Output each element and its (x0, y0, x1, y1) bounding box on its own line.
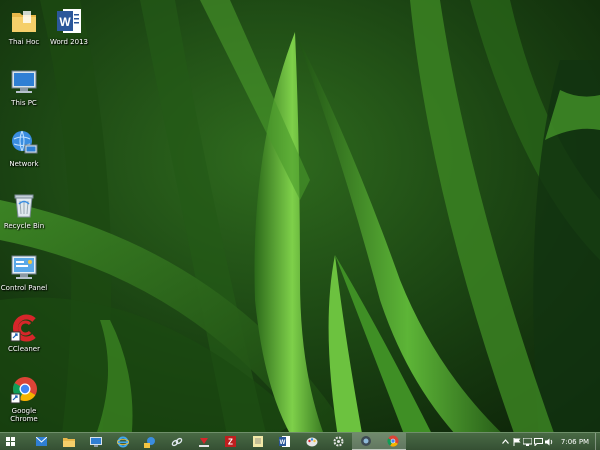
taskbar-app-word[interactable]: W (271, 433, 298, 450)
taskbar-app-download-manager[interactable] (190, 433, 217, 450)
desktop-icon-recycle-bin[interactable]: Recycle Bin (0, 189, 48, 230)
desktop-icon-google-chrome[interactable]: Google Chrome (0, 374, 48, 423)
show-desktop-button[interactable] (595, 433, 600, 450)
desktop-icon-label: Recycle Bin (3, 222, 45, 230)
gear-icon (333, 436, 344, 447)
tray-volume[interactable] (544, 433, 555, 450)
desktop-icon-ccleaner[interactable]: CCleaner (0, 312, 48, 353)
taskbar: Z W 7:06 PM (0, 432, 600, 450)
taskbar-app-network-tool[interactable] (136, 433, 163, 450)
paint-icon (306, 437, 317, 447)
computer-icon (11, 70, 37, 93)
desktop-icon-this-pc[interactable]: This PC (0, 66, 48, 107)
folder-icon (12, 11, 36, 32)
camera-app-icon (360, 436, 371, 446)
start-button[interactable] (0, 433, 20, 450)
desktop-icon-label: This PC (11, 99, 37, 107)
chrome-icon (10, 377, 37, 404)
tray-flag[interactable] (511, 433, 522, 450)
taskbar-app-remote-desktop[interactable] (82, 433, 109, 450)
taskbar-clock[interactable]: 7:06 PM (555, 438, 595, 446)
volume-icon (545, 438, 553, 445)
link-icon (171, 437, 182, 446)
taskbar-app-camera[interactable] (352, 433, 379, 450)
word-icon: W (57, 9, 81, 33)
show-hidden-icons-icon (502, 439, 509, 444)
taskbar-app-link[interactable] (163, 433, 190, 450)
file-explorer-icon (62, 437, 75, 447)
system-tray: 7:06 PM (500, 433, 600, 450)
taskbar-app-gear[interactable] (325, 433, 352, 450)
windows-logo-icon (5, 437, 15, 446)
taskbar-app-chrome[interactable] (379, 433, 406, 450)
flag-icon (513, 437, 520, 446)
desktop-icon-label: Network (9, 160, 39, 168)
internet-explorer-icon (116, 436, 129, 447)
filezilla-icon: Z (225, 436, 236, 447)
tray-network[interactable] (522, 433, 533, 450)
chat-icon (534, 437, 543, 446)
desktop-icon-label: Word 2013 (49, 38, 89, 46)
network-icon (523, 437, 532, 446)
notepad-icon (252, 436, 263, 447)
show-hidden-icons-button[interactable] (500, 433, 511, 450)
taskbar-app-notepad[interactable] (244, 433, 271, 450)
taskbar-app-filezilla[interactable]: Z (217, 433, 244, 450)
desktop-icon-label: CCleaner (8, 345, 40, 353)
svg-text:W: W (280, 440, 286, 446)
taskbar-app-file-explorer[interactable] (55, 433, 82, 450)
svg-text:Z: Z (228, 438, 233, 447)
desktop-icon-control-panel[interactable]: Control Panel (0, 251, 48, 292)
desktop-wallpaper (0, 0, 600, 450)
control-panel-icon (11, 255, 37, 279)
taskbar-app-mail[interactable] (28, 433, 55, 450)
tray-chat[interactable] (533, 433, 544, 450)
remote-desktop-icon (89, 436, 102, 447)
desktop-icon-thai-hoc[interactable]: Thai Hoc (0, 5, 48, 46)
word-icon: W (279, 436, 290, 447)
mail-icon (36, 437, 47, 446)
taskbar-app-paint[interactable] (298, 433, 325, 450)
svg-text:W: W (59, 15, 71, 29)
download-manager-icon (198, 437, 209, 447)
desktop-icon-label: Google Chrome (10, 407, 38, 423)
taskbar-app-internet-explorer[interactable] (109, 433, 136, 450)
network-tool-icon (143, 436, 155, 448)
desktop-icon-label: Thai Hoc (8, 38, 40, 46)
recycle-bin-icon (14, 194, 34, 218)
desktop-icon-network[interactable]: Network (0, 127, 48, 168)
chrome-icon (386, 435, 398, 447)
network-icon (12, 130, 38, 154)
desktop-icon-word-2013[interactable]: W Word 2013 (45, 5, 93, 46)
ccleaner-icon (10, 314, 36, 342)
desktop-icon-label: Control Panel (0, 284, 48, 292)
